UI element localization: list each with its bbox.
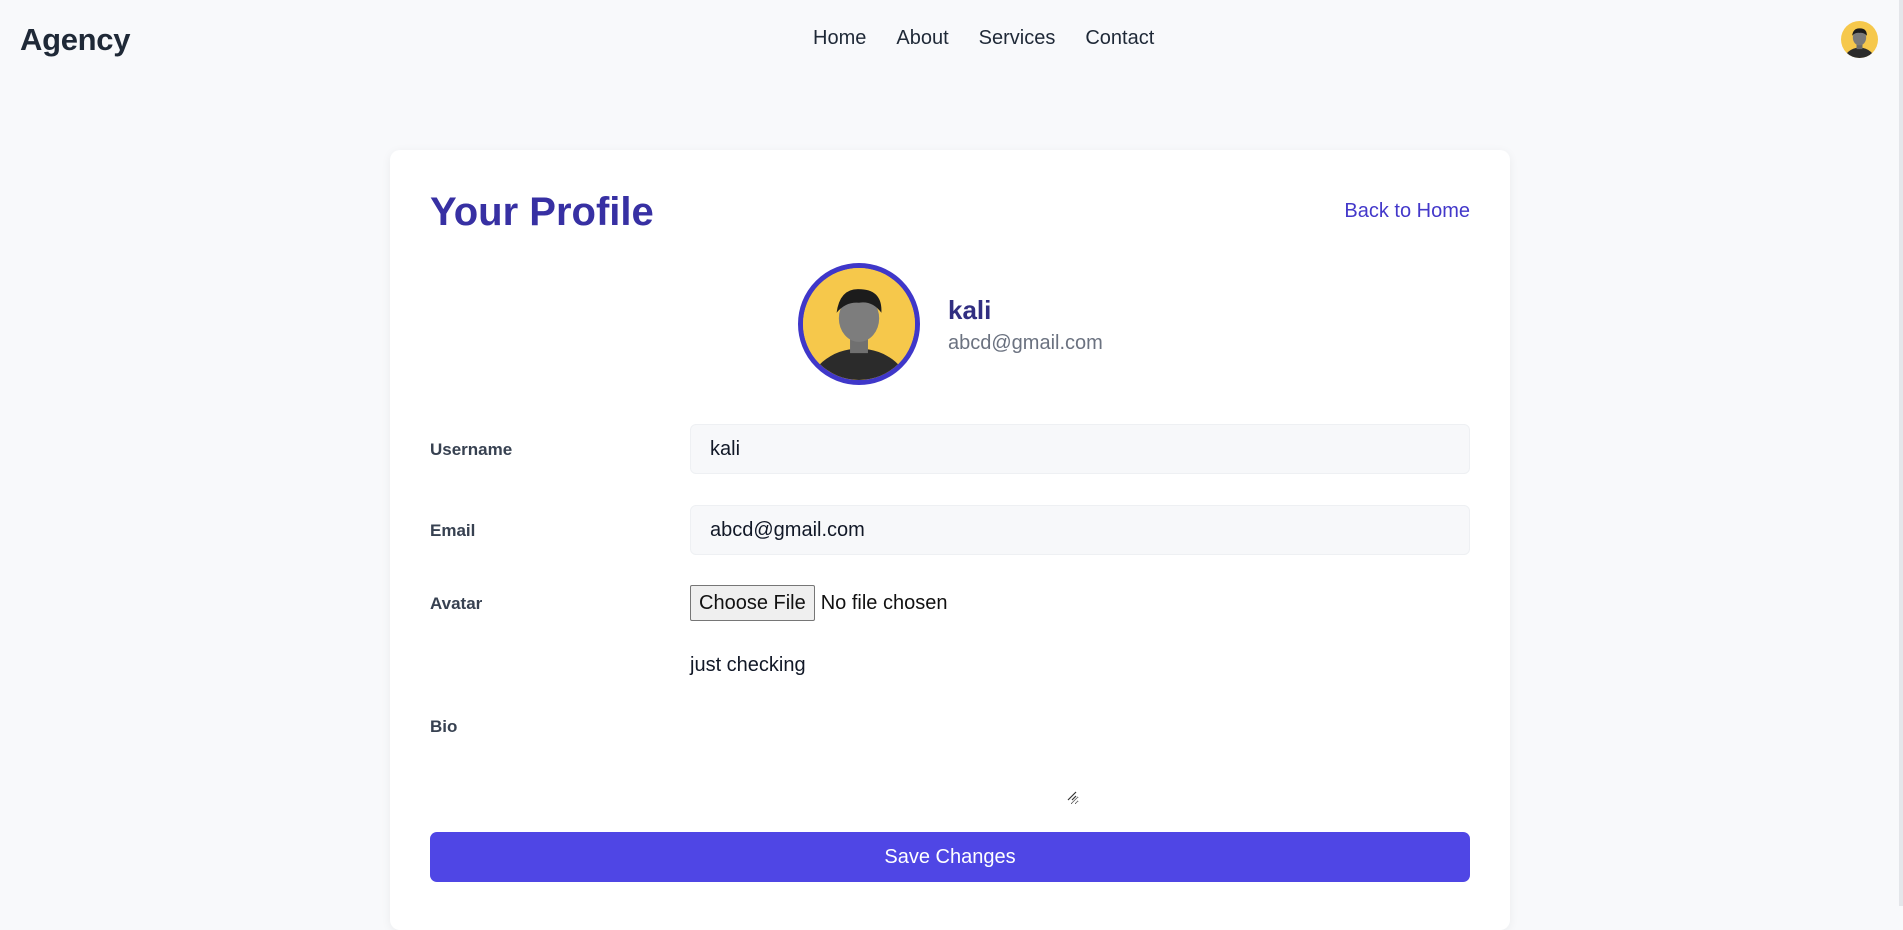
nav-link-services[interactable]: Services: [979, 27, 1056, 50]
email-input[interactable]: [690, 505, 1470, 555]
profile-card: Your Profile Back to Home kali abcd@gmai…: [390, 150, 1510, 930]
avatar-file-picker: Choose File No file chosen: [690, 585, 947, 621]
username-label: Username: [430, 440, 513, 459]
username-input[interactable]: [690, 424, 1470, 474]
top-navbar: Agency Home About Services Contact: [0, 0, 1903, 80]
profile-email: abcd@gmail.com: [948, 332, 1103, 354]
page-scrollbar[interactable]: [1899, 0, 1903, 906]
brand-logo[interactable]: Agency: [20, 22, 130, 58]
profile-name: kali: [948, 295, 992, 325]
page-title: Your Profile: [430, 190, 654, 234]
user-avatar-menu[interactable]: [1841, 21, 1878, 58]
avatar-label: Avatar: [430, 594, 483, 613]
bio-textarea[interactable]: just checking: [689, 650, 1079, 805]
nav-link-about[interactable]: About: [896, 27, 948, 50]
email-label: Email: [430, 521, 476, 540]
file-status: No file chosen: [820, 591, 948, 614]
profile-avatar: [798, 263, 920, 385]
save-changes-button[interactable]: Save Changes: [430, 832, 1470, 882]
back-to-home-link[interactable]: Back to Home: [1344, 200, 1470, 223]
profile-photo: [803, 268, 915, 380]
choose-file-button[interactable]: Choose File: [690, 585, 815, 621]
resize-handle-icon[interactable]: [1065, 789, 1077, 801]
nav-links: Home About Services Contact: [813, 27, 1154, 50]
bio-label: Bio: [430, 717, 458, 736]
nav-link-home[interactable]: Home: [813, 27, 866, 50]
nav-link-contact[interactable]: Contact: [1085, 27, 1154, 50]
user-avatar-image: [1841, 21, 1878, 58]
